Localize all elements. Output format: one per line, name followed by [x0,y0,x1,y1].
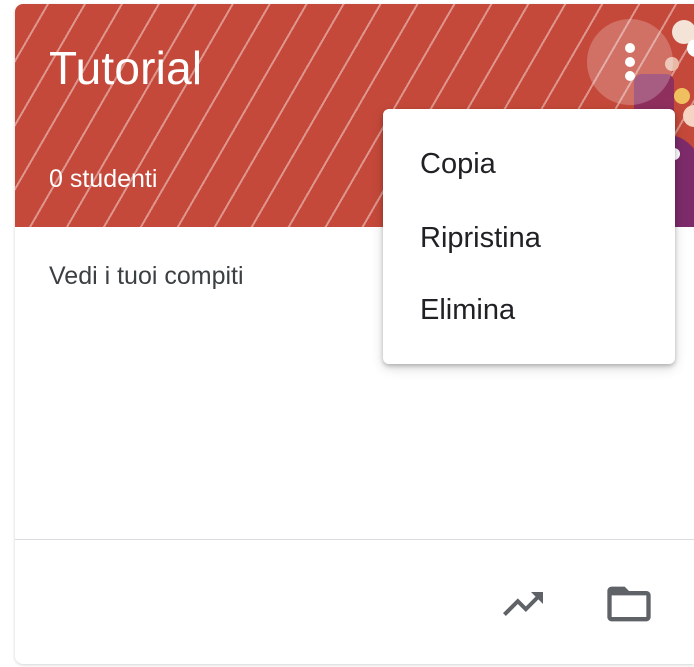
context-menu: Copia Ripristina Elimina [383,109,675,364]
menu-item-restore[interactable]: Ripristina [383,202,675,274]
assignments-link[interactable]: Vedi i tuoi compiti [49,260,244,292]
more-options-button[interactable] [587,19,673,105]
class-title[interactable]: Tutorial [49,40,202,96]
more-vert-icon [625,43,635,81]
menu-item-delete[interactable]: Elimina [383,274,675,346]
menu-item-copy[interactable]: Copia [383,128,675,200]
trending-up-icon [503,592,543,616]
student-count: 0 studenti [49,165,158,193]
trending-up-button[interactable] [497,578,549,630]
page: Tutorial 0 studenti Vedi i tuoi compiti [0,0,694,667]
divider [15,539,694,540]
folder-button[interactable] [603,578,655,630]
folder-icon [607,586,651,622]
